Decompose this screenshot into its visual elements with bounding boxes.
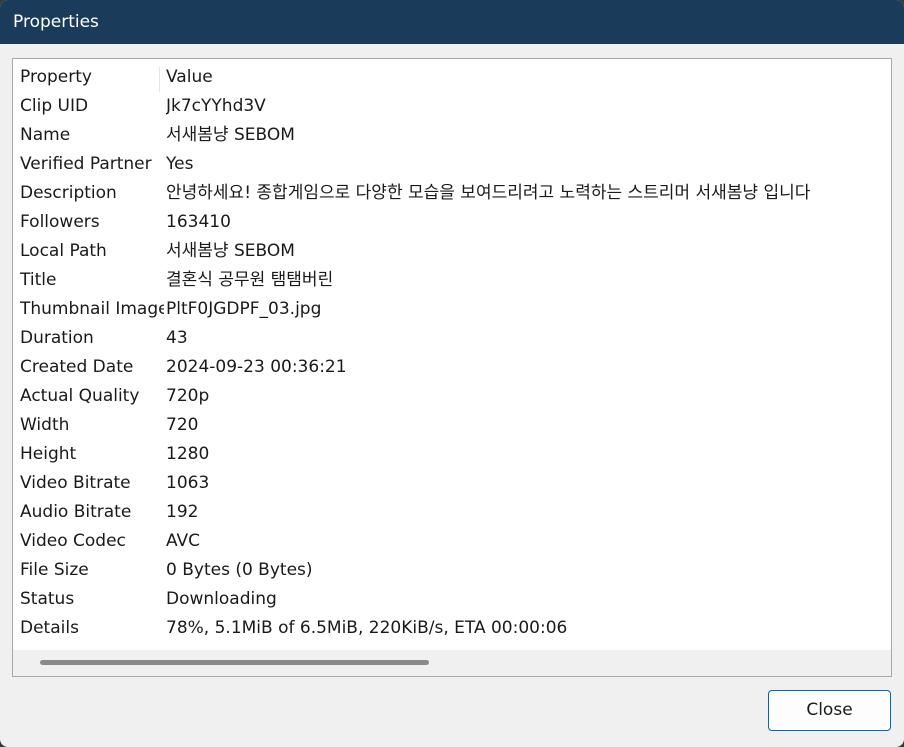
table-row[interactable]: Video Codec AVC: [13, 527, 891, 556]
property-name: Clip UID: [20, 96, 89, 116]
table-row[interactable]: Thumbnail Image PltF0JGDPF_03.jpg: [13, 295, 891, 324]
property-name: Actual Quality: [20, 386, 140, 406]
properties-list[interactable]: Property Value Clip UID Jk7cYYhd3V Name 서새봄…: [12, 58, 892, 677]
table-row[interactable]: Followers 163410: [13, 208, 891, 237]
property-name: Height: [20, 444, 77, 464]
table-row[interactable]: File Size 0 Bytes (0 Bytes): [13, 556, 891, 585]
property-name: Video Codec: [20, 531, 126, 551]
column-header-property[interactable]: Property: [20, 63, 164, 92]
property-name: Verified Partner: [20, 154, 152, 174]
title-bar[interactable]: Properties: [0, 0, 904, 44]
property-value: 서새봄냥 SEBOM: [166, 241, 295, 261]
horizontal-scrollbar[interactable]: [13, 650, 891, 676]
property-value: PltF0JGDPF_03.jpg: [166, 299, 322, 319]
property-value: 2024-09-23 00:36:21: [166, 357, 347, 377]
property-name: Created Date: [20, 357, 134, 377]
properties-dialog: Properties Property Value Clip UID Jk7cYY…: [0, 0, 904, 747]
property-value: 78%, 5.1MiB of 6.5MiB, 220KiB/s, ETA 00:…: [166, 618, 568, 638]
property-name: Video Bitrate: [20, 473, 131, 493]
table-row[interactable]: Title 결혼식 공무원 탬탬버린: [13, 266, 891, 295]
window-title: Properties: [13, 12, 99, 32]
table-row[interactable]: Details 78%, 5.1MiB of 6.5MiB, 220KiB/s, …: [13, 614, 891, 643]
table-row[interactable]: Height 1280: [13, 440, 891, 469]
list-header: Property Value: [13, 63, 891, 92]
property-value: 43: [166, 328, 188, 348]
table-row[interactable]: Actual Quality 720p: [13, 382, 891, 411]
property-value: 1280: [166, 444, 210, 464]
table-row[interactable]: Verified Partner Yes: [13, 150, 891, 179]
property-name: Audio Bitrate: [20, 502, 132, 522]
property-value: 안녕하세요! 종합게임으로 다양한 모습을 보여드리려고 노력하는 스트리머 서…: [166, 183, 811, 203]
table-row[interactable]: Audio Bitrate 192: [13, 498, 891, 527]
table-row[interactable]: Name 서새봄냥 SEBOM: [13, 121, 891, 150]
property-value: Downloading: [166, 589, 277, 609]
property-value: Jk7cYYhd3V: [166, 96, 266, 116]
property-name: Local Path: [20, 241, 107, 261]
property-name: Duration: [20, 328, 94, 348]
table-row[interactable]: Status Downloading: [13, 585, 891, 614]
property-name: Followers: [20, 212, 100, 232]
table-row[interactable]: Duration 43: [13, 324, 891, 353]
table-row[interactable]: Clip UID Jk7cYYhd3V: [13, 92, 891, 121]
properties-rows: Property Value Clip UID Jk7cYYhd3V Name 서새봄…: [13, 63, 891, 643]
table-row[interactable]: Description 안녕하세요! 종합게임으로 다양한 모습을 보여드리려고 …: [13, 179, 891, 208]
property-value: 163410: [166, 212, 231, 232]
property-name: File Size: [20, 560, 89, 580]
table-row[interactable]: Local Path 서새봄냥 SEBOM: [13, 237, 891, 266]
property-name: Description: [20, 183, 117, 203]
property-value: 720: [166, 415, 199, 435]
scrollbar-thumb[interactable]: [40, 660, 429, 665]
property-name: Status: [20, 589, 75, 609]
property-name: Width: [20, 415, 70, 435]
column-header-value[interactable]: Value: [166, 63, 891, 92]
table-row[interactable]: Created Date 2024-09-23 00:36:21: [13, 353, 891, 382]
property-name: Thumbnail Image: [20, 299, 164, 319]
property-value: Yes: [166, 154, 194, 174]
property-value: 1063: [166, 473, 210, 493]
property-value: 720p: [166, 386, 210, 406]
table-row[interactable]: Video Bitrate 1063: [13, 469, 891, 498]
property-value: 192: [166, 502, 199, 522]
property-name: Title: [20, 270, 57, 290]
property-name: Details: [20, 618, 79, 638]
column-divider[interactable]: [159, 67, 160, 92]
table-row[interactable]: Width 720: [13, 411, 891, 440]
close-button[interactable]: Close: [768, 690, 891, 731]
property-name: Name: [20, 125, 71, 145]
property-value: 서새봄냥 SEBOM: [166, 125, 295, 145]
property-value: AVC: [166, 531, 201, 551]
property-value: 0 Bytes (0 Bytes): [166, 560, 313, 580]
property-value: 결혼식 공무원 탬탬버린: [166, 270, 334, 290]
